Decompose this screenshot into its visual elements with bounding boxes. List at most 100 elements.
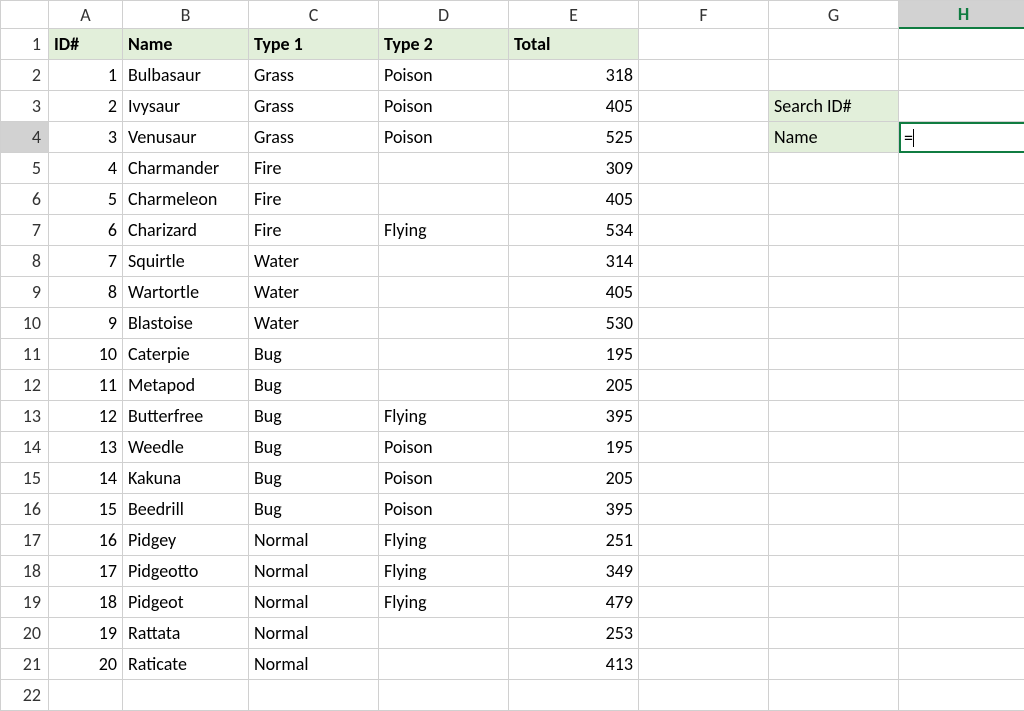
cell-F6[interactable] <box>639 184 769 215</box>
cell-F12[interactable] <box>639 370 769 401</box>
cell-H19[interactable] <box>899 587 1024 618</box>
cell-A7[interactable]: 6 <box>49 215 123 246</box>
cell-E22[interactable] <box>509 680 639 711</box>
cell-C9[interactable]: Water <box>249 277 379 308</box>
cell-B11[interactable]: Caterpie <box>123 339 249 370</box>
cell-E3[interactable]: 405 <box>509 91 639 122</box>
cell-B12[interactable]: Metapod <box>123 370 249 401</box>
cell-C2[interactable]: Grass <box>249 60 379 91</box>
cell-B5[interactable]: Charmander <box>123 153 249 184</box>
row-header-10[interactable]: 10 <box>1 308 49 339</box>
col-header-B[interactable]: B <box>123 1 249 29</box>
select-all-corner[interactable] <box>1 1 49 29</box>
cell-A2[interactable]: 1 <box>49 60 123 91</box>
row-header-11[interactable]: 11 <box>1 339 49 370</box>
cell-A9[interactable]: 8 <box>49 277 123 308</box>
cell-H12[interactable] <box>899 370 1024 401</box>
cell-C8[interactable]: Water <box>249 246 379 277</box>
cell-B10[interactable]: Blastoise <box>123 308 249 339</box>
cell-C20[interactable]: Normal <box>249 618 379 649</box>
cell-B4[interactable]: Venusaur <box>123 122 249 153</box>
cell-C21[interactable]: Normal <box>249 649 379 680</box>
cell-H7[interactable] <box>899 215 1024 246</box>
cell-C7[interactable]: Fire <box>249 215 379 246</box>
cell-D15[interactable]: Poison <box>379 463 509 494</box>
cell-A14[interactable]: 13 <box>49 432 123 463</box>
cell-A20[interactable]: 19 <box>49 618 123 649</box>
cell-H9[interactable] <box>899 277 1024 308</box>
cell-D14[interactable]: Poison <box>379 432 509 463</box>
spreadsheet-grid[interactable]: A B C D E F G H 1 ID# Name Type 1 Type 2… <box>0 0 1024 711</box>
col-header-C[interactable]: C <box>249 1 379 29</box>
col-header-G[interactable]: G <box>769 1 899 29</box>
cell-E1[interactable]: Total <box>509 29 639 60</box>
cell-G7[interactable] <box>769 215 899 246</box>
cell-E19[interactable]: 479 <box>509 587 639 618</box>
cell-F8[interactable] <box>639 246 769 277</box>
cell-E11[interactable]: 195 <box>509 339 639 370</box>
cell-E5[interactable]: 309 <box>509 153 639 184</box>
cell-G13[interactable] <box>769 401 899 432</box>
cell-C19[interactable]: Normal <box>249 587 379 618</box>
cell-F1[interactable] <box>639 29 769 60</box>
cell-B8[interactable]: Squirtle <box>123 246 249 277</box>
cell-E21[interactable]: 413 <box>509 649 639 680</box>
cell-A19[interactable]: 18 <box>49 587 123 618</box>
cell-F17[interactable] <box>639 525 769 556</box>
cell-H3[interactable] <box>899 91 1024 122</box>
cell-F2[interactable] <box>639 60 769 91</box>
cell-G19[interactable] <box>769 587 899 618</box>
cell-G16[interactable] <box>769 494 899 525</box>
cell-G8[interactable] <box>769 246 899 277</box>
cell-F5[interactable] <box>639 153 769 184</box>
cell-H13[interactable] <box>899 401 1024 432</box>
cell-E12[interactable]: 205 <box>509 370 639 401</box>
cell-D3[interactable]: Poison <box>379 91 509 122</box>
col-header-F[interactable]: F <box>639 1 769 29</box>
cell-A1[interactable]: ID# <box>49 29 123 60</box>
cell-F11[interactable] <box>639 339 769 370</box>
cell-H8[interactable] <box>899 246 1024 277</box>
cell-H15[interactable] <box>899 463 1024 494</box>
cell-C15[interactable]: Bug <box>249 463 379 494</box>
cell-G3-search-id-label[interactable]: Search ID# <box>769 91 899 122</box>
cell-G17[interactable] <box>769 525 899 556</box>
cell-G20[interactable] <box>769 618 899 649</box>
cell-G12[interactable] <box>769 370 899 401</box>
cell-C22[interactable] <box>249 680 379 711</box>
row-header-8[interactable]: 8 <box>1 246 49 277</box>
row-header-6[interactable]: 6 <box>1 184 49 215</box>
cell-E10[interactable]: 530 <box>509 308 639 339</box>
cell-E14[interactable]: 195 <box>509 432 639 463</box>
cell-E4[interactable]: 525 <box>509 122 639 153</box>
cell-B13[interactable]: Butterfree <box>123 401 249 432</box>
cell-D6[interactable] <box>379 184 509 215</box>
cell-D20[interactable] <box>379 618 509 649</box>
cell-C17[interactable]: Normal <box>249 525 379 556</box>
cell-B7[interactable]: Charizard <box>123 215 249 246</box>
cell-F19[interactable] <box>639 587 769 618</box>
cell-C3[interactable]: Grass <box>249 91 379 122</box>
row-header-1[interactable]: 1 <box>1 29 49 60</box>
cell-B21[interactable]: Raticate <box>123 649 249 680</box>
cell-A3[interactable]: 2 <box>49 91 123 122</box>
cell-A6[interactable]: 5 <box>49 184 123 215</box>
cell-G21[interactable] <box>769 649 899 680</box>
row-header-21[interactable]: 21 <box>1 649 49 680</box>
cell-H18[interactable] <box>899 556 1024 587</box>
formula-edit-text[interactable]: = <box>901 127 913 149</box>
cell-G22[interactable] <box>769 680 899 711</box>
cell-H11[interactable] <box>899 339 1024 370</box>
cell-D16[interactable]: Poison <box>379 494 509 525</box>
cell-G1[interactable] <box>769 29 899 60</box>
cell-E16[interactable]: 395 <box>509 494 639 525</box>
col-header-D[interactable]: D <box>379 1 509 29</box>
cell-D13[interactable]: Flying <box>379 401 509 432</box>
row-header-5[interactable]: 5 <box>1 153 49 184</box>
cell-G4-name-label[interactable]: Name <box>769 122 899 153</box>
cell-C1[interactable]: Type 1 <box>249 29 379 60</box>
cell-B16[interactable]: Beedrill <box>123 494 249 525</box>
row-header-3[interactable]: 3 <box>1 91 49 122</box>
cell-D19[interactable]: Flying <box>379 587 509 618</box>
cell-G9[interactable] <box>769 277 899 308</box>
